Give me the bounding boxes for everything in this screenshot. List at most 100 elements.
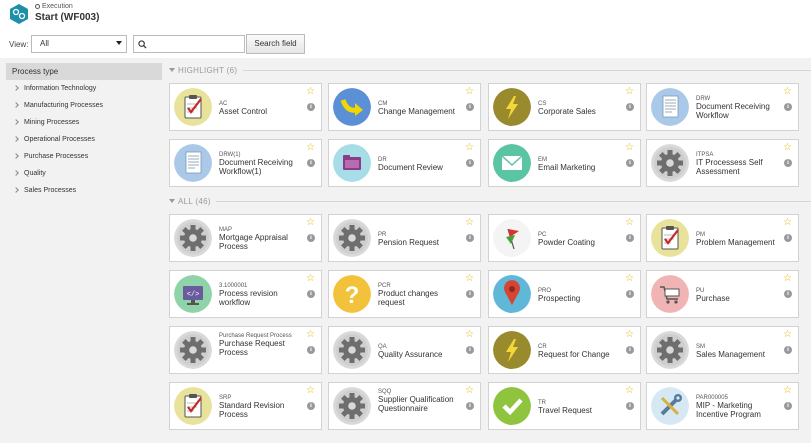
process-card-document-review[interactable]: DR Document Review ☆ i (328, 139, 481, 187)
process-card-change-management[interactable]: CM Change Management ☆ i (328, 83, 481, 131)
sidebar-item-information-technology[interactable]: Information Technology (6, 80, 162, 97)
process-card-product-changes-request[interactable]: ? PCR Product changes request ☆ i (328, 270, 481, 318)
info-icon[interactable]: i (466, 159, 474, 167)
process-card-quality-assurance[interactable]: QA Quality Assurance ☆ i (328, 326, 481, 374)
info-icon[interactable]: i (466, 402, 474, 410)
favorite-star-icon[interactable]: ☆ (625, 143, 634, 153)
divider (216, 201, 811, 202)
info-icon[interactable]: i (466, 346, 474, 354)
info-icon[interactable]: i (307, 103, 315, 111)
favorite-star-icon[interactable]: ☆ (783, 274, 792, 284)
favorite-star-icon[interactable]: ☆ (625, 218, 634, 228)
favorite-star-icon[interactable]: ☆ (625, 386, 634, 396)
info-icon[interactable]: i (307, 290, 315, 298)
process-card-process-revision-workflow[interactable]: </> 3.1000001 Process revision workflow ☆ i (169, 270, 322, 318)
process-name: Product changes request (378, 289, 439, 307)
document-icon (174, 144, 212, 182)
favorite-star-icon[interactable]: ☆ (465, 274, 474, 284)
process-card-it-processess-self-assessment[interactable]: ITPSA IT Processess Self Assessment ☆ i (646, 139, 799, 187)
favorite-star-icon[interactable]: ☆ (306, 386, 315, 396)
info-icon[interactable]: i (784, 234, 792, 242)
favorite-star-icon[interactable]: ☆ (465, 143, 474, 153)
info-icon[interactable]: i (466, 290, 474, 298)
info-icon[interactable]: i (466, 103, 474, 111)
process-card-purchase-request-process[interactable]: Purchase Request Process Purchase Request… (169, 326, 322, 374)
gear-icon (333, 331, 371, 369)
search-field-button[interactable]: Search field (246, 34, 305, 54)
info-icon[interactable]: i (307, 346, 315, 354)
info-icon[interactable]: i (307, 402, 315, 410)
all-section-toggle[interactable]: ALL (46) (169, 197, 211, 206)
favorite-star-icon[interactable]: ☆ (465, 87, 474, 97)
info-icon[interactable]: i (784, 103, 792, 111)
sidebar-item-mining-processes[interactable]: Mining Processes (6, 114, 162, 131)
process-name: Pension Request (378, 238, 439, 247)
favorite-star-icon[interactable]: ☆ (465, 330, 474, 340)
info-icon[interactable]: i (626, 159, 634, 167)
info-icon[interactable]: i (784, 402, 792, 410)
process-card-travel-request[interactable]: TR Travel Request ☆ i (488, 382, 641, 430)
process-card-powder-coating[interactable]: PC Powder Coating ☆ i (488, 214, 641, 262)
clipboard-check-icon (651, 219, 689, 257)
process-card-document-receiving-workflow[interactable]: DRW Document Receiving Workflow ☆ i (646, 83, 799, 131)
process-card-standard-revision-process[interactable]: SRP Standard Revision Process ☆ i (169, 382, 322, 430)
highlight-section-toggle[interactable]: HIGHLIGHT (6) (169, 66, 237, 75)
favorite-star-icon[interactable]: ☆ (783, 143, 792, 153)
app-header: Execution Start (WF003) (0, 0, 811, 29)
favorite-star-icon[interactable]: ☆ (625, 330, 634, 340)
sidebar-item-manufacturing-processes[interactable]: Manufacturing Processes (6, 97, 162, 114)
favorite-star-icon[interactable]: ☆ (783, 87, 792, 97)
breadcrumb[interactable]: Execution (35, 3, 73, 11)
process-card-supplier-qualification-questionnaire[interactable]: SQQ Supplier Qualification Questionnaire ☆… (328, 382, 481, 430)
chevron-right-icon (13, 102, 19, 108)
view-select[interactable]: All (31, 35, 127, 53)
process-card-sales-management[interactable]: SM Sales Management ☆ i (646, 326, 799, 374)
breadcrumb-label[interactable]: Execution (42, 3, 73, 10)
sidebar-item-purchase-processes[interactable]: Purchase Processes (6, 148, 162, 165)
info-icon[interactable]: i (784, 346, 792, 354)
favorite-star-icon[interactable]: ☆ (625, 87, 634, 97)
process-name: Quality Assurance (378, 350, 443, 359)
info-icon[interactable]: i (626, 402, 634, 410)
favorite-star-icon[interactable]: ☆ (783, 386, 792, 396)
info-icon[interactable]: i (466, 234, 474, 242)
info-icon[interactable]: i (626, 346, 634, 354)
info-icon[interactable]: i (307, 159, 315, 167)
info-icon[interactable]: i (307, 234, 315, 242)
favorite-star-icon[interactable]: ☆ (783, 218, 792, 228)
info-icon[interactable]: i (626, 103, 634, 111)
process-card-pension-request[interactable]: PR Pension Request ☆ i (328, 214, 481, 262)
process-card-email-marketing[interactable]: EM Email Marketing ☆ i (488, 139, 641, 187)
info-icon[interactable]: i (626, 290, 634, 298)
process-card-prospecting[interactable]: PRO Prospecting ☆ i (488, 270, 641, 318)
process-card-mortgage-appraisal-process[interactable]: MAP Mortgage Appraisal Process ☆ i (169, 214, 322, 262)
favorite-star-icon[interactable]: ☆ (465, 218, 474, 228)
favorite-star-icon[interactable]: ☆ (783, 330, 792, 340)
search-input[interactable] (150, 37, 244, 53)
process-card-corporate-sales[interactable]: CS Corporate Sales ☆ i (488, 83, 641, 131)
process-card-request-for-change[interactable]: CR Request for Change ☆ i (488, 326, 641, 374)
process-name: Document Receiving Workflow (696, 102, 770, 120)
process-card-purchase[interactable]: PU Purchase ☆ i (646, 270, 799, 318)
sidebar-item-sales-processes[interactable]: Sales Processes (6, 182, 162, 199)
favorite-star-icon[interactable]: ☆ (306, 274, 315, 284)
favorite-star-icon[interactable]: ☆ (306, 87, 315, 97)
process-card-document-receiving-workflow-1[interactable]: DRW(1) Document Receiving Workflow(1) ☆ i (169, 139, 322, 187)
favorite-star-icon[interactable]: ☆ (306, 143, 315, 153)
sidebar-item-operational-processes[interactable]: Operational Processes (6, 131, 162, 148)
search-box[interactable] (133, 35, 245, 53)
process-card-asset-control[interactable]: AC Asset Control ☆ i (169, 83, 322, 131)
process-card-mip-marketing-incentive-program[interactable]: PAR000005 MIP - Marketing Incentive Progr… (646, 382, 799, 430)
favorite-star-icon[interactable]: ☆ (465, 386, 474, 396)
favorite-star-icon[interactable]: ☆ (306, 218, 315, 228)
caret-down-icon (169, 199, 175, 203)
info-icon[interactable]: i (626, 234, 634, 242)
favorite-star-icon[interactable]: ☆ (306, 330, 315, 340)
process-name: Change Management (378, 107, 455, 116)
favorite-star-icon[interactable]: ☆ (625, 274, 634, 284)
info-icon[interactable]: i (784, 290, 792, 298)
process-card-problem-management[interactable]: PM Problem Management ☆ i (646, 214, 799, 262)
sidebar-title[interactable]: Process type (6, 63, 162, 80)
sidebar-item-quality[interactable]: Quality (6, 165, 162, 182)
info-icon[interactable]: i (784, 159, 792, 167)
